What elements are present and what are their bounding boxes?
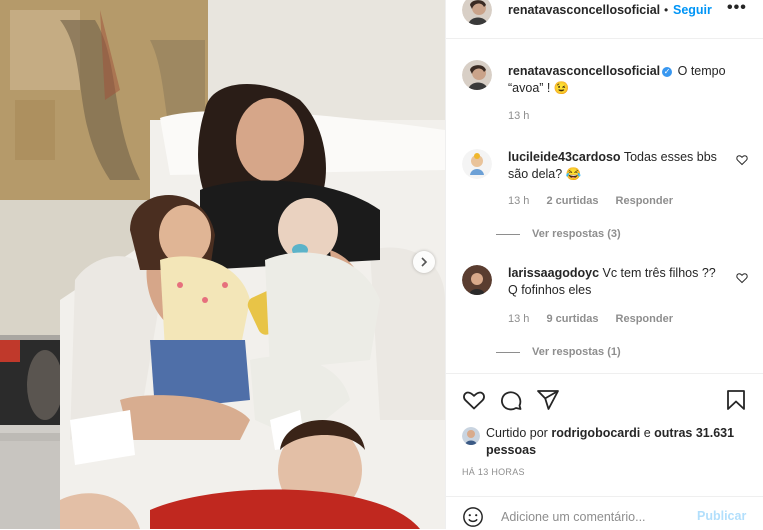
comment-meta: 13 h 2 curtidas Responder [508,195,687,207]
liked-by-prefix: Curtido por [486,426,548,440]
caption-author-username[interactable]: renatavasconcellosoficial [508,64,660,78]
emoji-icon[interactable] [462,506,484,528]
comment-username[interactable]: lucileide43cardoso [508,150,621,164]
comment-like-heart-icon[interactable] [736,154,748,166]
caption-author-avatar[interactable] [462,60,492,90]
comment-text-block: larissaagodoyc Vc tem três filhos ?? Q f… [508,265,723,299]
comment-time[interactable]: 13 h [508,313,529,325]
comment-likes[interactable]: 2 curtidas [546,195,598,207]
post-header: renatavasconcellosoficial • Seguir ••• [446,0,763,39]
comment-text-block: lucileide43cardoso Todas esses bbs são d… [508,149,723,183]
photo-illustration [0,0,445,529]
post-actions-bar [446,373,763,424]
next-photo-button[interactable] [413,251,435,273]
comment-username[interactable]: larissaagodoyc [508,266,599,280]
bookmark-icon[interactable] [724,388,748,412]
reply-button[interactable]: Responder [616,195,673,207]
author-username[interactable]: renatavasconcellosoficial [508,3,660,17]
commenter-avatar[interactable] [462,149,492,179]
paper-plane-icon[interactable] [536,388,560,412]
caption-text-block: renatavasconcellosoficial ✓ O tempo “avoa… [508,63,743,97]
liked-by-text: Curtido por rodrigobocardi e outras 31.6… [486,425,756,459]
post-side-panel: renatavasconcellosoficial • Seguir ••• r… [445,0,763,529]
view-replies-button[interactable]: Ver respostas (1) [496,346,621,358]
liker-avatar[interactable] [462,427,480,445]
view-replies-button[interactable]: Ver respostas (3) [496,228,621,240]
verified-badge-icon: ✓ [662,67,673,77]
separator-dot: • [664,3,669,17]
commenter-avatar[interactable] [462,265,492,295]
author-avatar[interactable] [462,0,492,25]
liked-by-conj: e [643,426,651,440]
follow-button[interactable]: Seguir [673,3,712,17]
comment-time[interactable]: 13 h [508,195,529,207]
publish-comment-button[interactable]: Publicar [697,509,746,523]
caption-meta: 13 h [508,110,543,122]
comment-like-heart-icon[interactable] [736,272,748,284]
heart-icon[interactable] [462,388,486,412]
view-replies-label: Ver respostas (1) [532,346,621,358]
liked-by-user[interactable]: rodrigobocardi [551,426,640,440]
comment-icon[interactable] [499,388,523,412]
reply-button[interactable]: Responder [616,313,673,325]
replies-divider [496,351,520,353]
replies-divider [496,233,520,235]
comment-meta: 13 h 9 curtidas Responder [508,313,687,325]
comment-likes[interactable]: 9 curtidas [546,313,598,325]
view-replies-label: Ver respostas (3) [532,228,621,240]
add-comment-input[interactable] [499,505,683,529]
more-options-icon[interactable]: ••• [727,0,747,17]
caption-time[interactable]: 13 h [508,110,529,122]
post-timestamp[interactable]: HÁ 13 HORAS [462,467,525,477]
chevron-right-icon [421,257,428,267]
add-comment-bar: Publicar [446,496,763,530]
instagram-post-view: renatavasconcellosoficial • Seguir ••• r… [0,0,763,529]
post-photo[interactable] [0,0,445,529]
